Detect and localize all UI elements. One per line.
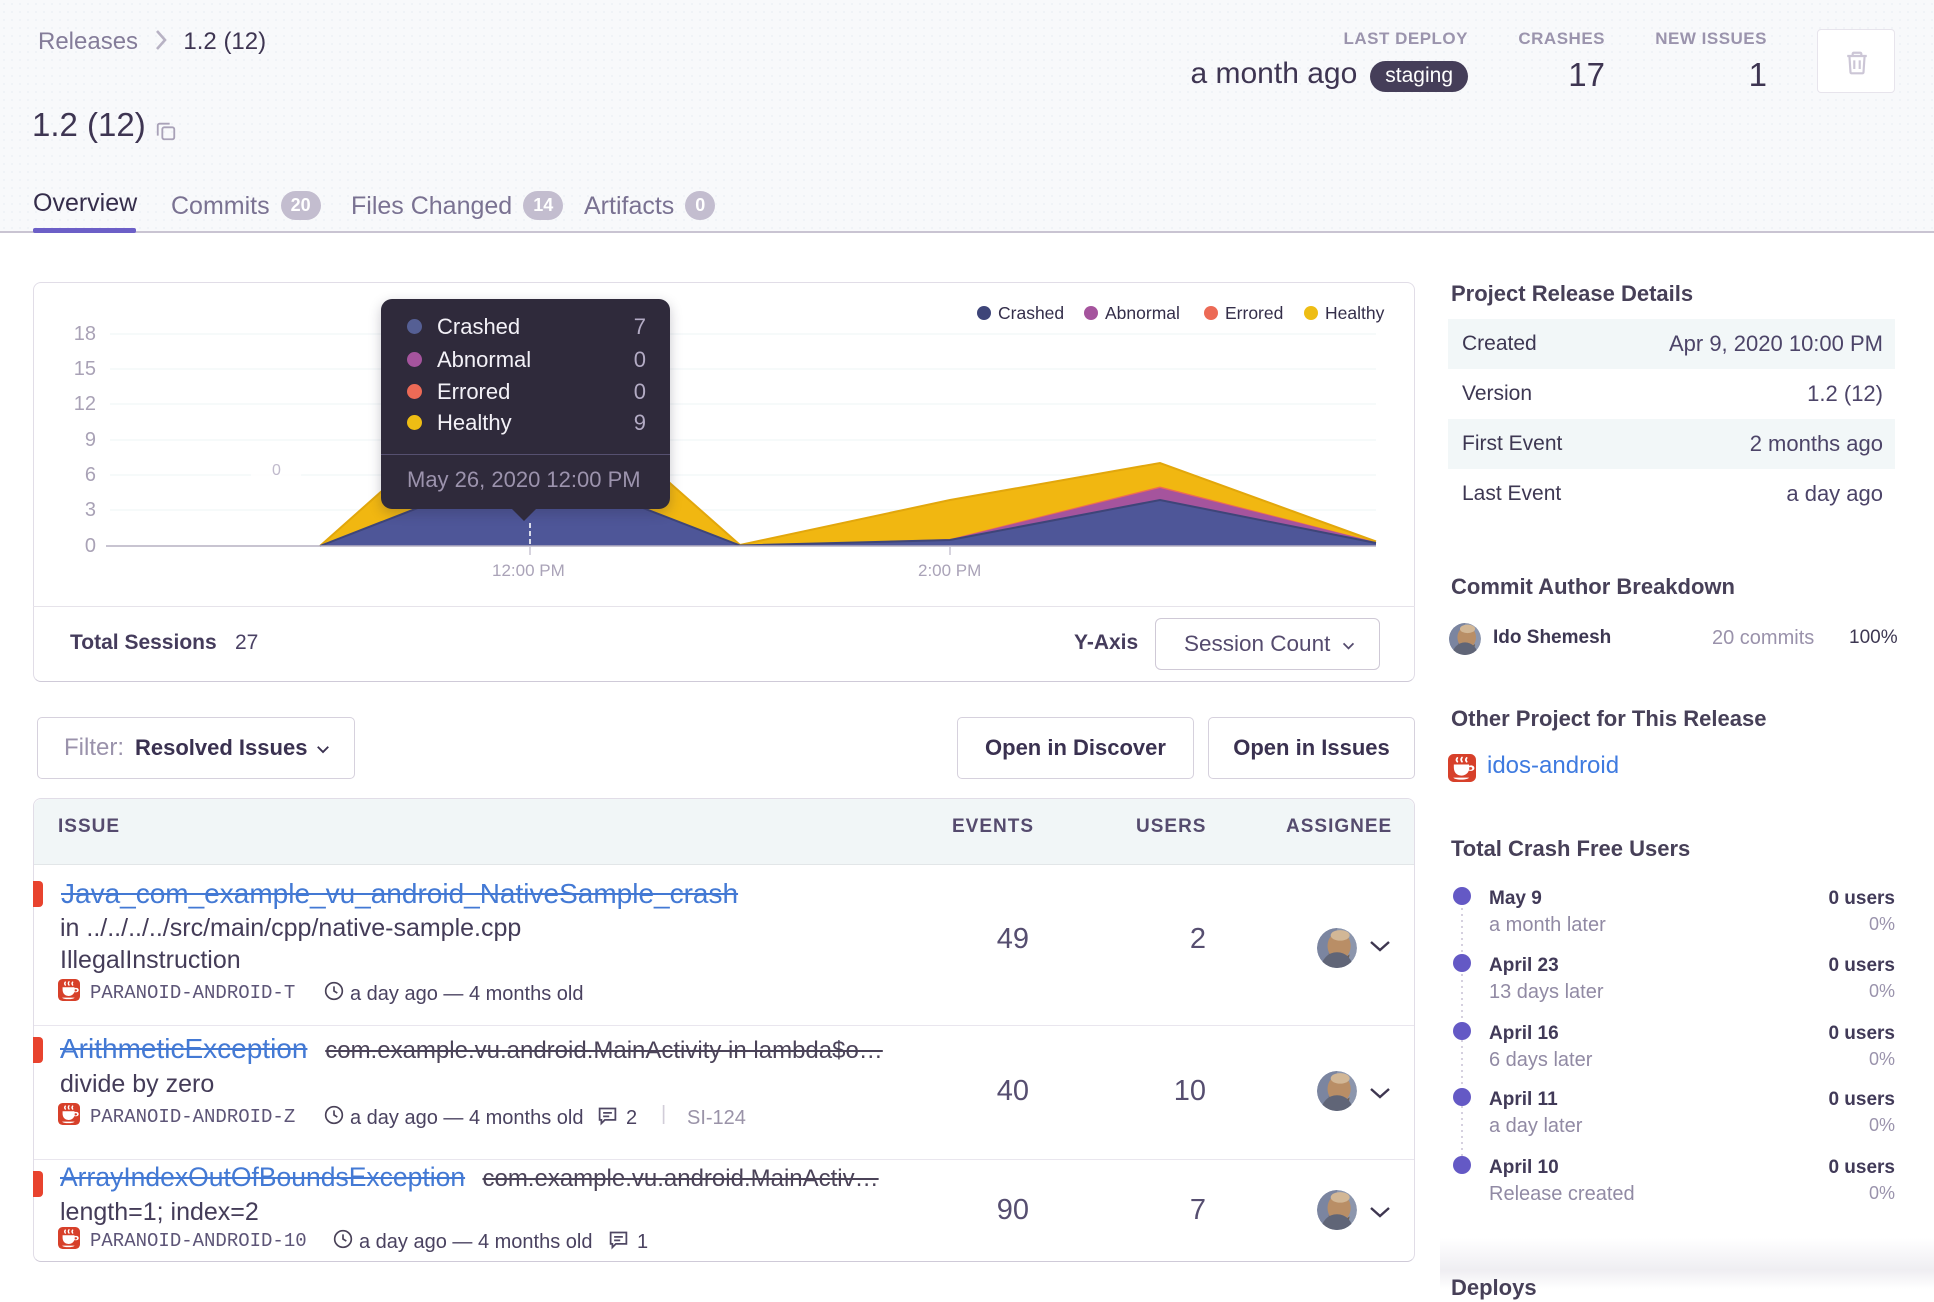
svg-text:0: 0: [272, 462, 281, 479]
